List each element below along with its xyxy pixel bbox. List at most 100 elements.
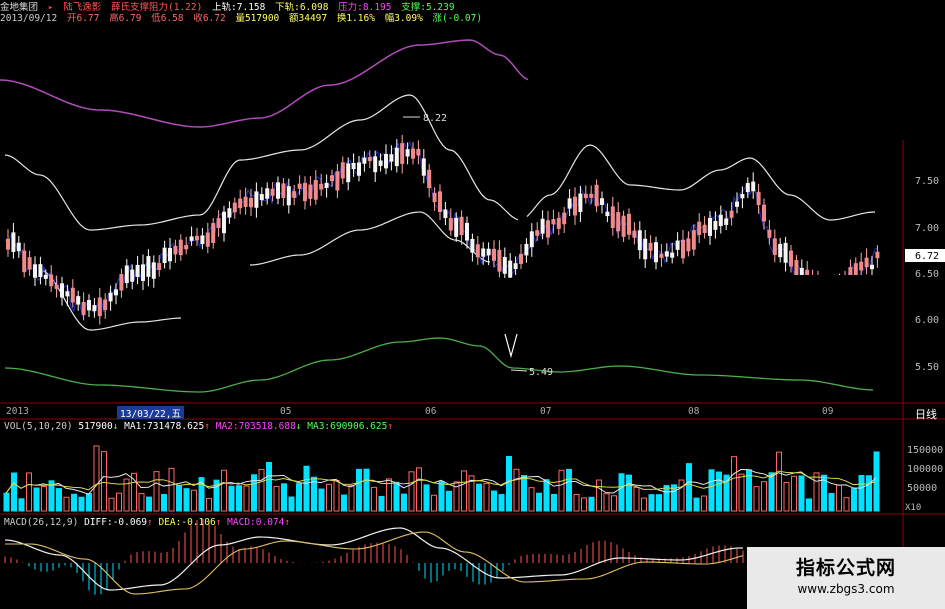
- period-selector[interactable]: 日线: [915, 406, 937, 422]
- date-label: 09: [822, 406, 834, 417]
- volume-bars: [3, 445, 880, 512]
- macd-dea-value: DEA:-0.106: [158, 517, 216, 528]
- candle-body: [567, 198, 572, 209]
- candle-body: [524, 243, 529, 256]
- candle-body: [313, 179, 318, 200]
- candle-body: [92, 305, 97, 312]
- candle-body: [205, 232, 210, 247]
- volume-bar: [738, 473, 745, 512]
- volume-bar: [731, 456, 737, 512]
- date-label: 08: [688, 406, 700, 417]
- volume-bar: [191, 489, 197, 512]
- candle-body: [259, 194, 264, 201]
- macd-dea-line: [5, 531, 744, 595]
- candle-body: [27, 257, 32, 270]
- volume-bar: [618, 473, 625, 512]
- volume-bar: [146, 496, 152, 512]
- candle-body: [605, 211, 610, 217]
- candle-body: [438, 191, 442, 212]
- candle-body: [648, 242, 653, 251]
- date-label: 07: [540, 406, 552, 417]
- volume-bar: [573, 493, 580, 512]
- volume-bar: [33, 487, 40, 512]
- volume-bar: [461, 470, 467, 512]
- candle-body: [400, 143, 405, 164]
- volume-bar: [71, 493, 77, 512]
- candle-body: [486, 248, 491, 256]
- candle-body: [535, 230, 540, 236]
- volume-bar: [101, 451, 107, 512]
- volume-bar: [363, 468, 370, 512]
- volume-bar: [678, 479, 685, 512]
- candle-body: [270, 188, 275, 196]
- candle-body: [54, 284, 59, 289]
- candle-body: [411, 148, 415, 159]
- volume-bar: [663, 485, 670, 512]
- volume-bar: [416, 467, 422, 512]
- price-axis: 7.50 7.00 6.50 6.00 5.50 6.72: [905, 176, 945, 373]
- high-annotation: 8.22: [423, 113, 447, 124]
- volume-ma3: MA3:690906.625: [307, 421, 388, 432]
- volume-bar: [483, 482, 490, 512]
- volume-bar: [551, 494, 557, 512]
- volume-bar: [836, 484, 842, 512]
- volume-bar: [41, 485, 47, 512]
- price-tick-label: 6.00: [915, 315, 939, 326]
- volume-bar: [378, 495, 385, 512]
- candle-body: [475, 244, 480, 258]
- candle-body: [859, 261, 864, 271]
- candle-body: [146, 256, 151, 277]
- macd-title[interactable]: MACD(26,12,9): [4, 517, 78, 528]
- candle-body: [373, 156, 378, 173]
- candle-body: [708, 218, 712, 236]
- volume-unit: X10: [905, 503, 922, 513]
- candle-body: [157, 262, 162, 271]
- candle-body: [421, 158, 426, 176]
- candle-body: [681, 239, 685, 259]
- volume-bar: [138, 493, 145, 512]
- candle-body: [351, 162, 356, 170]
- volume-bar: [206, 497, 212, 512]
- volume-bar: [176, 485, 182, 512]
- volume-bar: [633, 486, 640, 512]
- macd-panel-header: MACD(26,12,9) DIFF:-0.069↑ DEA:-0.106↑ M…: [4, 517, 290, 528]
- candle-body: [691, 230, 696, 250]
- candle-body: [254, 191, 259, 208]
- candle-body: [459, 216, 464, 236]
- candle-body: [222, 211, 226, 234]
- candle-body: [232, 202, 237, 213]
- candle-body: [556, 218, 561, 229]
- candle-body: [783, 242, 788, 263]
- candle-body: [670, 252, 675, 258]
- volume-ma2: MA2:703518.688: [215, 421, 296, 432]
- macd-value: MACD:0.074: [227, 517, 285, 528]
- macd-diff-line: [4, 527, 743, 591]
- candle-body: [664, 251, 669, 257]
- candle-body: [432, 192, 437, 203]
- price-tick-label: 6.50: [915, 269, 939, 280]
- candle-body: [362, 157, 367, 164]
- candle-body: [481, 248, 486, 257]
- volume-bar: [26, 472, 32, 512]
- candle-body: [178, 239, 183, 256]
- volume-title[interactable]: VOL(5,10,20): [4, 421, 73, 432]
- macd-histogram: [4, 518, 744, 595]
- volume-bar: [341, 494, 347, 512]
- volume-bar: [828, 492, 835, 512]
- volume-bar: [348, 485, 355, 512]
- volume-bar: [858, 475, 865, 512]
- candle-body: [778, 243, 783, 258]
- volume-bar: [11, 472, 17, 512]
- candle-body: [702, 224, 707, 234]
- volume-bar: [408, 471, 415, 512]
- candle-body: [627, 213, 631, 235]
- date-cursor-label: 13/03/22,五: [117, 406, 184, 420]
- volume-bar: [603, 493, 610, 512]
- volume-tick-label: 150000: [907, 445, 943, 456]
- volume-bar: [18, 498, 25, 512]
- candle-body: [76, 296, 81, 305]
- volume-bar: [318, 488, 325, 512]
- candle-body: [767, 229, 772, 238]
- candle-body: [162, 247, 167, 264]
- candle-body: [276, 182, 280, 199]
